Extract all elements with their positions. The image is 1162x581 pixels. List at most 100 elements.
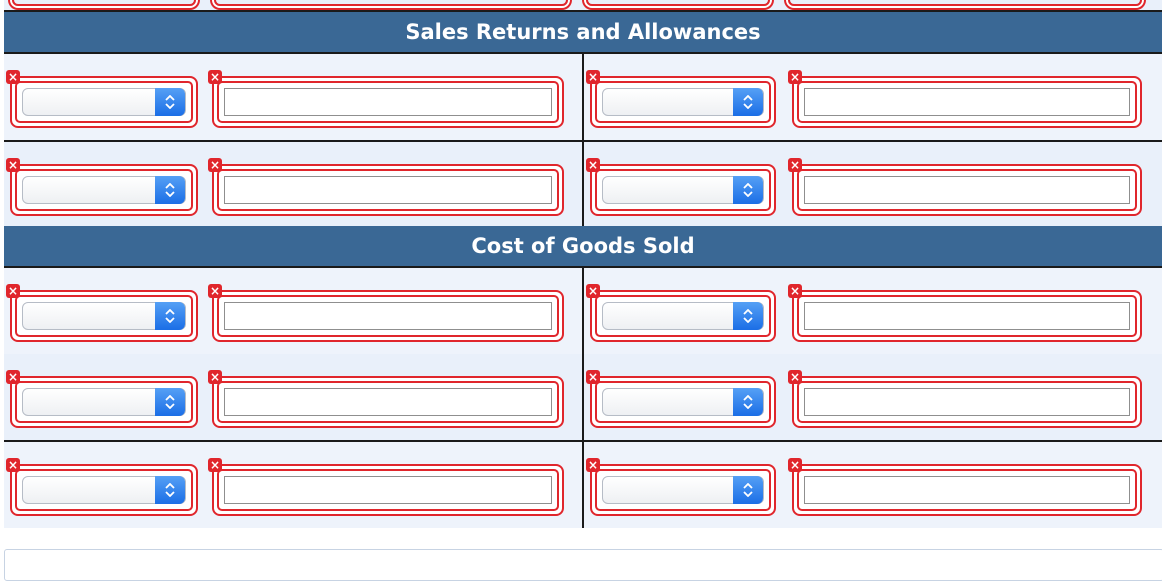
table-row: × × × ×: [4, 54, 1162, 142]
amount-field-wrapper: ×: [208, 458, 564, 516]
amount-field[interactable]: [224, 176, 552, 204]
section-header-sales-returns: Sales Returns and Allowances: [4, 12, 1162, 54]
amount-field-wrapper: ×: [208, 70, 564, 128]
chevron-up-down-icon[interactable]: [155, 176, 185, 204]
amount-field[interactable]: [224, 302, 552, 330]
account-select-wrapper: ×: [586, 458, 776, 516]
amount-field[interactable]: [224, 476, 552, 504]
entry-cell-left: × ×: [4, 442, 584, 528]
chevron-up-down-icon[interactable]: [155, 88, 185, 116]
amount-field[interactable]: [224, 388, 552, 416]
entry-cell-right: × ×: [584, 142, 1162, 226]
error-x-icon: ×: [788, 70, 802, 84]
amount-input[interactable]: [805, 177, 1129, 203]
chevron-up-down-icon[interactable]: [733, 388, 763, 416]
error-x-icon: ×: [586, 158, 600, 172]
table-row: × × × ×: [4, 354, 1162, 442]
amount-input[interactable]: [805, 389, 1129, 415]
error-x-icon: ×: [586, 284, 600, 298]
table-row: × × × ×: [4, 268, 1162, 354]
amount-field-wrapper: ×: [788, 370, 1142, 428]
amount-input[interactable]: [225, 303, 551, 329]
account-select-wrapper: ×: [6, 70, 198, 128]
amount-field-wrapper: ×: [208, 284, 564, 342]
footer-panel: [4, 549, 1162, 581]
section-header-cost-of-goods-sold: Cost of Goods Sold: [4, 226, 1162, 268]
amount-field[interactable]: [804, 388, 1130, 416]
entry-cell-left: × ×: [4, 54, 584, 140]
amount-field-wrapper: ×: [788, 70, 1142, 128]
error-x-icon: ×: [208, 284, 222, 298]
amount-input[interactable]: [225, 389, 551, 415]
error-x-icon: ×: [586, 70, 600, 84]
amount-input[interactable]: [805, 477, 1129, 503]
amount-input[interactable]: [225, 89, 551, 115]
error-outline: [12, 0, 196, 6]
chevron-up-down-icon[interactable]: [733, 176, 763, 204]
amount-input[interactable]: [805, 303, 1129, 329]
amount-field[interactable]: [804, 176, 1130, 204]
chevron-up-down-icon[interactable]: [733, 476, 763, 504]
error-x-icon: ×: [6, 158, 20, 172]
account-select-wrapper: ×: [6, 158, 198, 216]
error-x-icon: ×: [6, 70, 20, 84]
account-select[interactable]: [602, 88, 764, 116]
error-outline: [788, 0, 1142, 6]
table-row: × × × ×: [4, 142, 1162, 226]
amount-input[interactable]: [225, 177, 551, 203]
chevron-up-down-icon[interactable]: [733, 302, 763, 330]
entry-cell-left: × ×: [4, 268, 584, 354]
amount-field-wrapper: ×: [208, 370, 564, 428]
chevron-up-down-icon[interactable]: [155, 476, 185, 504]
entry-cell-left: × ×: [4, 354, 584, 440]
account-select[interactable]: [22, 88, 186, 116]
amount-input[interactable]: [225, 477, 551, 503]
account-select-wrapper: ×: [586, 370, 776, 428]
entry-cell-right: × ×: [584, 354, 1162, 440]
account-select-wrapper: ×: [586, 70, 776, 128]
account-select[interactable]: [22, 388, 186, 416]
account-select[interactable]: [22, 176, 186, 204]
chevron-up-down-icon[interactable]: [155, 302, 185, 330]
previous-row-strip: [4, 0, 1162, 12]
entry-cell-left: × ×: [4, 142, 584, 226]
error-x-icon: ×: [208, 70, 222, 84]
entry-cell-right: × ×: [584, 442, 1162, 528]
account-select[interactable]: [22, 476, 186, 504]
amount-field-wrapper: ×: [788, 158, 1142, 216]
account-select-wrapper: ×: [6, 370, 198, 428]
amount-field[interactable]: [804, 88, 1130, 116]
error-x-icon: ×: [208, 370, 222, 384]
error-x-icon: ×: [788, 158, 802, 172]
amount-input[interactable]: [805, 89, 1129, 115]
error-x-icon: ×: [788, 458, 802, 472]
error-x-icon: ×: [6, 458, 20, 472]
account-select[interactable]: [602, 388, 764, 416]
amount-field[interactable]: [804, 302, 1130, 330]
account-select[interactable]: [22, 302, 186, 330]
account-select-wrapper: ×: [6, 458, 198, 516]
amount-field-wrapper: ×: [788, 458, 1142, 516]
account-select[interactable]: [602, 176, 764, 204]
error-outline: [214, 0, 568, 6]
chevron-up-down-icon[interactable]: [733, 88, 763, 116]
error-x-icon: ×: [6, 370, 20, 384]
account-select-wrapper: ×: [6, 284, 198, 342]
amount-field[interactable]: [804, 476, 1130, 504]
error-x-icon: ×: [6, 284, 20, 298]
amount-field[interactable]: [224, 88, 552, 116]
account-select[interactable]: [602, 302, 764, 330]
entry-cell-right: × ×: [584, 268, 1162, 354]
entry-cell-right: × ×: [584, 54, 1162, 140]
error-x-icon: ×: [586, 458, 600, 472]
amount-field-wrapper: ×: [788, 284, 1142, 342]
chevron-up-down-icon[interactable]: [155, 388, 185, 416]
amount-field-wrapper: ×: [208, 158, 564, 216]
error-x-icon: ×: [788, 370, 802, 384]
journal-entry-table: Sales Returns and Allowances × × × × × ×…: [4, 0, 1162, 528]
table-row: × × × ×: [4, 442, 1162, 528]
error-x-icon: ×: [208, 458, 222, 472]
error-x-icon: ×: [208, 158, 222, 172]
account-select[interactable]: [602, 476, 764, 504]
error-outline: [586, 0, 770, 6]
